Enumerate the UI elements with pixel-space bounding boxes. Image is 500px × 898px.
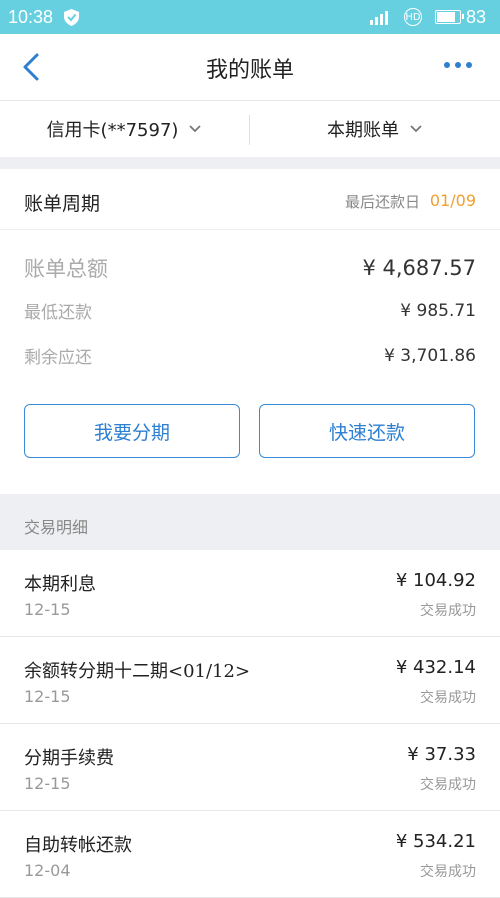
section-gap [0,157,500,169]
list-item[interactable]: 本期利息 12-15 ¥ 104.92 交易成功 [0,550,500,637]
shield-icon [64,9,79,26]
period-selector[interactable]: 本期账单 [250,101,500,157]
page-title: 我的账单 [205,58,294,83]
total-label: 账单总额 [24,257,108,281]
tx-name: 自助转帐还款 [24,835,132,856]
list-item[interactable]: 余额转分期十二期<01/12> 12-15 ¥ 432.14 交易成功 [0,637,500,724]
tx-name: 本期利息 [24,574,96,595]
transactions-header: 交易明细 [0,494,500,550]
bill-cycle-row: 账单周期 最后还款日 01/09 [0,169,500,230]
total-amount-row: 账单总额 ¥ 4,687.57 [24,253,476,283]
tx-status: 交易成功 [420,864,476,880]
tx-status: 交易成功 [420,603,476,619]
remaining-row: 剩余应还 ¥ 3,701.86 [24,343,476,369]
tx-status: 交易成功 [420,777,476,793]
transaction-list: 本期利息 12-15 ¥ 104.92 交易成功 余额转分期十二期<01/12>… [0,550,500,898]
hd-icon: HD [404,8,422,26]
tx-amount: ¥ 534.21 [395,831,476,852]
tx-name: 分期手续费 [24,748,114,769]
more-icon[interactable] [444,62,472,68]
tx-status: 交易成功 [420,690,476,706]
remain-label: 剩余应还 [24,348,92,368]
due-date-label: 最后还款日 [344,193,420,211]
status-bar: 10:38 HD 83 [0,0,500,34]
bill-cycle-label: 账单周期 [24,193,101,215]
tx-date: 12-04 [24,861,71,880]
card-selector[interactable]: 信用卡(**7597) [0,101,249,157]
filter-bar: 信用卡(**7597) 本期账单 [0,101,500,157]
chevron-down-icon [189,125,202,133]
list-item[interactable]: 自助转帐还款 12-04 ¥ 534.21 交易成功 [0,811,500,898]
nav-bar: 我的账单 [0,34,500,101]
quick-pay-button[interactable]: 快速还款 [259,404,475,458]
tx-date: 12-15 [24,687,71,706]
min-label: 最低还款 [24,303,92,323]
total-value: ¥ 4,687.57 [362,256,476,280]
installment-button[interactable]: 我要分期 [24,404,240,458]
due-date: 01/09 [429,191,476,210]
min-value: ¥ 985.71 [400,300,476,321]
status-time: 10:38 [8,7,54,27]
signal-icon [370,11,388,25]
period-selector-label: 本期账单 [327,120,399,141]
tx-amount: ¥ 432.14 [395,657,476,678]
list-item[interactable]: 分期手续费 12-15 ¥ 37.33 交易成功 [0,724,500,811]
tx-name: 余额转分期十二期<01/12> [24,661,251,682]
tx-date: 12-15 [24,774,71,793]
tx-amount: ¥ 37.33 [407,744,476,765]
card-selector-label: 信用卡(**7597) [46,120,179,141]
transactions-label: 交易明细 [24,518,89,537]
tx-date: 12-15 [24,600,71,619]
battery-icon [435,10,464,24]
battery-percent: 83 [466,7,487,27]
min-payment-row: 最低还款 ¥ 985.71 [24,298,476,324]
chevron-down-icon [410,125,422,133]
remain-value: ¥ 3,701.86 [384,345,476,366]
tx-amount: ¥ 104.92 [395,570,476,591]
